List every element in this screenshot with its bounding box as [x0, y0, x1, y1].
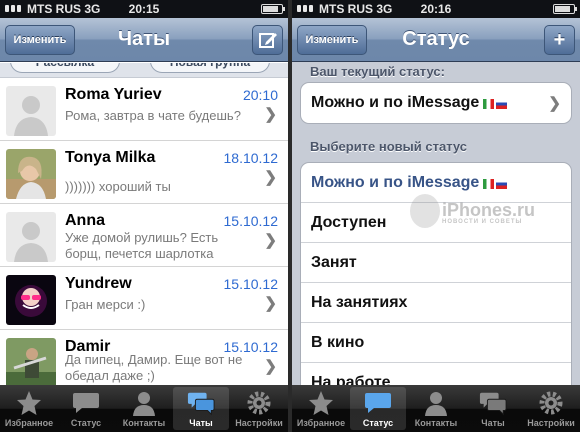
tab-label: Контакты	[414, 418, 458, 428]
tab-status[interactable]: Статус	[350, 387, 406, 430]
avatar	[6, 338, 56, 388]
add-status-button[interactable]: +	[544, 25, 575, 55]
page-title: Статус	[402, 28, 470, 50]
compose-button[interactable]	[252, 25, 283, 55]
chat-row[interactable]: Roma Yuriev 20:10 Рома, завтра в чате бу…	[0, 78, 288, 141]
battery-icon	[553, 4, 577, 14]
status-option[interactable]: На занятиях	[301, 283, 571, 323]
avatar	[6, 149, 56, 199]
last-message: ))))))) хороший ты	[65, 179, 171, 194]
tab-contacts[interactable]: Контакты	[116, 387, 172, 430]
broadcast-button[interactable]: Рассылка	[10, 63, 120, 73]
tab-bar: Избранное Статус Контакты Чаты Настройки	[0, 385, 288, 432]
compose-icon	[258, 33, 277, 48]
status-option-label: В кино	[311, 334, 365, 351]
tab-contacts[interactable]: Контакты	[408, 387, 464, 430]
status-screen: MTS RUS 3G 20:16 Изменить Статус + Ваш т…	[292, 0, 580, 432]
chat-row[interactable]: Yundrew 15.10.12 Гран мерси :) ❯	[0, 267, 288, 330]
tab-favorites[interactable]: Избранное	[1, 387, 57, 430]
chat-bubbles-icon	[187, 392, 215, 416]
tab-label: Статус	[70, 418, 102, 428]
avatar	[6, 275, 56, 325]
contact-name: Yundrew	[65, 275, 132, 292]
status-option[interactable]: Можно и по iMessage	[301, 163, 571, 203]
status-bar: MTS RUS 3G 20:15	[0, 0, 288, 18]
tab-chats[interactable]: Чаты	[465, 387, 521, 430]
watermark: iPhones.ru НОВОСТИ И СОВЕТЫ	[410, 194, 536, 228]
chat-date: 18.10.12	[223, 150, 279, 166]
tab-label: Настройки	[235, 418, 283, 428]
tab-favorites[interactable]: Избранное	[293, 387, 349, 430]
watermark-logo-icon	[410, 194, 440, 228]
watermark-text: iPhones.ru	[442, 200, 536, 220]
tab-chats[interactable]: Чаты	[173, 387, 229, 430]
battery-icon	[261, 4, 285, 14]
status-option-label: Можно и по iMessage	[311, 174, 480, 191]
status-bar: MTS RUS 3G 20:16	[292, 0, 580, 18]
tab-settings[interactable]: Настройки	[523, 387, 579, 430]
tab-label: Избранное	[296, 418, 346, 428]
tab-bar: Избранное Статус Контакты Чаты Настройки	[292, 385, 580, 432]
chat-row[interactable]: Anna 15.10.12 Уже домой рулишь? Есть бор…	[0, 204, 288, 267]
speech-bubble-icon	[73, 393, 99, 413]
last-message: Гран мерси :)	[65, 297, 146, 312]
chat-date: 20:10	[242, 87, 278, 103]
clock: 20:15	[128, 2, 160, 16]
tab-label: Контакты	[122, 418, 166, 428]
person-icon	[133, 392, 155, 416]
star-icon	[309, 391, 333, 415]
chevron-right-icon: ❯	[264, 169, 277, 186]
chevron-right-icon: ❯	[264, 232, 277, 249]
chevron-right-icon: ❯	[548, 95, 561, 112]
chat-row[interactable]: Tonya Milka 18.10.12 ))))))) хороший ты …	[0, 141, 288, 204]
chevron-right-icon: ❯	[264, 295, 277, 312]
tab-settings[interactable]: Настройки	[231, 387, 287, 430]
avatar	[6, 212, 56, 262]
flags-icon	[483, 175, 509, 193]
current-status-cell[interactable]: Можно и по iMessage ❯	[300, 82, 572, 124]
person-icon	[425, 392, 447, 416]
tab-label: Избранное	[4, 418, 54, 428]
nav-bar: Изменить Статус +	[292, 18, 580, 62]
tab-label: Настройки	[527, 418, 575, 428]
new-status-header: Выберите новый статус	[310, 139, 468, 154]
gear-icon	[247, 391, 271, 415]
status-options-list: Можно и по iMessage Доступен Занят На за…	[300, 162, 572, 402]
status-option[interactable]: В кино	[301, 323, 571, 363]
flags-icon	[483, 95, 509, 113]
tab-label: Статус	[362, 418, 394, 428]
contact-name: Tonya Milka	[65, 149, 156, 166]
chat-row[interactable]: Damir 15.10.12 Да пипец, Дамир. Еще вот …	[0, 330, 288, 388]
chat-date: 15.10.12	[223, 276, 279, 292]
chat-bubbles-icon	[479, 392, 507, 416]
current-status-header: Ваш текущий статус:	[310, 64, 445, 79]
avatar	[6, 86, 56, 136]
chats-screen: MTS RUS 3G 20:15 Изменить Чаты Рассылка …	[0, 0, 288, 432]
chat-actions-bar: Рассылка Новая группа	[0, 63, 288, 78]
last-message: Рома, завтра в чате будешь?	[65, 108, 241, 123]
status-option-label: Занят	[311, 254, 357, 271]
gear-icon	[539, 391, 563, 415]
new-group-button[interactable]: Новая группа	[150, 63, 270, 73]
contact-name: Roma Yuriev	[65, 86, 162, 103]
star-icon	[17, 391, 41, 415]
status-option-label: Доступен	[311, 214, 387, 231]
last-message: Уже домой рулишь? Есть борщ, печется шар…	[65, 230, 219, 261]
last-message: Да пипец, Дамир. Еще вот не обедал даже …	[65, 352, 243, 383]
chevron-right-icon: ❯	[264, 358, 277, 375]
tab-label: Чаты	[189, 418, 213, 428]
tab-status[interactable]: Статус	[58, 387, 114, 430]
chevron-right-icon: ❯	[264, 106, 277, 123]
nav-bar: Изменить Чаты	[0, 18, 288, 62]
clock: 20:16	[420, 2, 452, 16]
page-title: Чаты	[117, 28, 171, 50]
current-status-text: Можно и по iMessage	[311, 94, 480, 111]
status-option-label: На занятиях	[311, 294, 408, 311]
speech-bubble-icon	[365, 393, 391, 413]
watermark-subtitle: НОВОСТИ И СОВЕТЫ	[442, 219, 523, 225]
status-option[interactable]: Занят	[301, 243, 571, 283]
tab-label: Чаты	[481, 418, 505, 428]
contact-name: Anna	[65, 212, 105, 229]
chat-date: 15.10.12	[223, 213, 279, 229]
